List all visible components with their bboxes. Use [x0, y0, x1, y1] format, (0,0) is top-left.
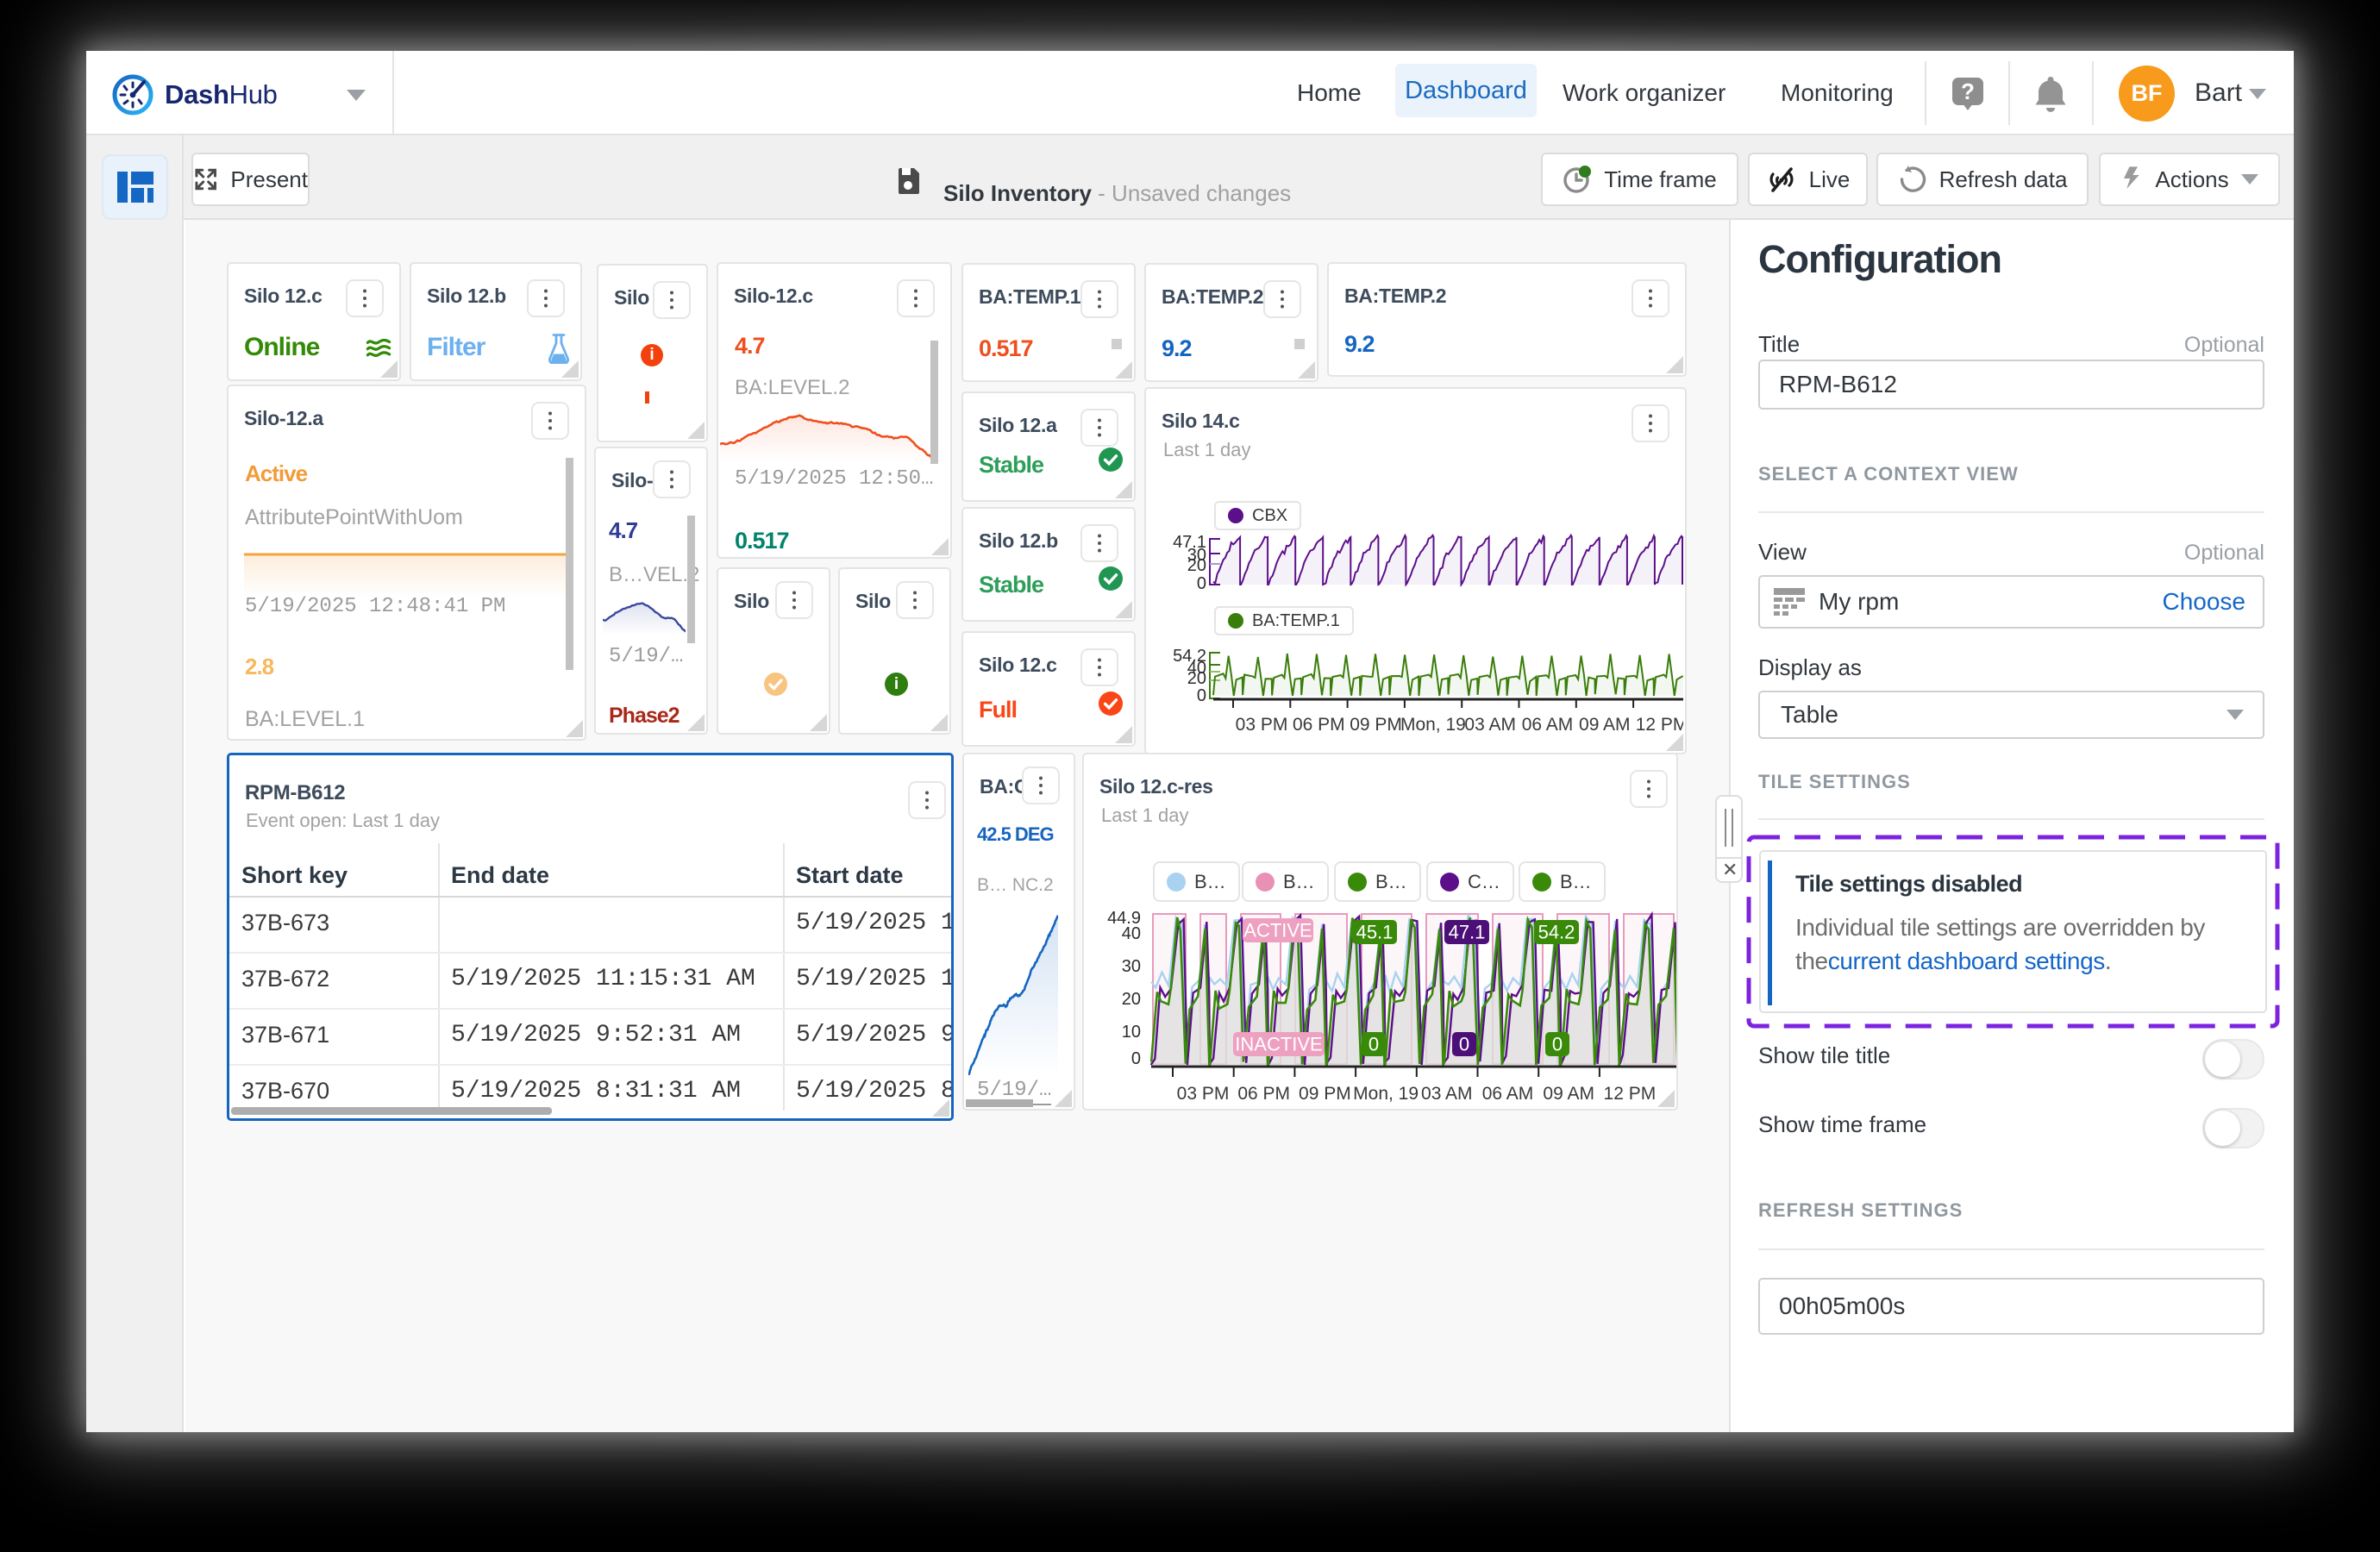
svg-text:06 PM: 06 PM: [1293, 715, 1345, 735]
svg-text:10: 10: [1122, 1023, 1141, 1042]
svg-text:09 AM: 09 AM: [1579, 715, 1631, 735]
svg-text:09 PM: 09 PM: [1299, 1084, 1351, 1104]
svg-text:54.2: 54.2: [1538, 922, 1575, 943]
svg-text:0: 0: [1459, 1034, 1469, 1055]
svg-text:06 AM: 06 AM: [1522, 715, 1574, 735]
svg-text:Mon, 19: Mon, 19: [1353, 1084, 1419, 1104]
svg-text:45.1: 45.1: [1356, 922, 1394, 943]
svg-text:0: 0: [1197, 574, 1206, 592]
svg-text:0: 0: [1131, 1049, 1141, 1068]
svg-text:Mon, 19: Mon, 19: [1400, 715, 1466, 735]
svg-text:20: 20: [1122, 990, 1141, 1009]
svg-text:03 PM: 03 PM: [1177, 1084, 1230, 1104]
svg-text:INACTIVE: INACTIVE: [1235, 1034, 1322, 1055]
svg-text:0: 0: [1368, 1034, 1379, 1055]
svg-text:47.1: 47.1: [1449, 922, 1486, 943]
svg-text:0: 0: [1552, 1034, 1563, 1055]
svg-text:06 PM: 06 PM: [1237, 1084, 1290, 1104]
svg-text:06 AM: 06 AM: [1482, 1084, 1534, 1104]
svg-text:20: 20: [1187, 669, 1206, 688]
svg-text:ACTIVE: ACTIVE: [1243, 920, 1312, 942]
svg-text:03 PM: 03 PM: [1236, 715, 1288, 735]
svg-text:30: 30: [1122, 957, 1141, 976]
svg-text:12 PM: 12 PM: [1636, 715, 1683, 735]
svg-text:09 PM: 09 PM: [1350, 715, 1402, 735]
svg-text:09 AM: 09 AM: [1543, 1084, 1594, 1104]
svg-text:0: 0: [1197, 686, 1206, 705]
svg-text:20: 20: [1187, 556, 1206, 575]
svg-text:40: 40: [1122, 924, 1141, 943]
svg-text:03 AM: 03 AM: [1464, 715, 1516, 735]
svg-text:03 AM: 03 AM: [1421, 1084, 1473, 1104]
svg-text:12 PM: 12 PM: [1604, 1084, 1657, 1104]
